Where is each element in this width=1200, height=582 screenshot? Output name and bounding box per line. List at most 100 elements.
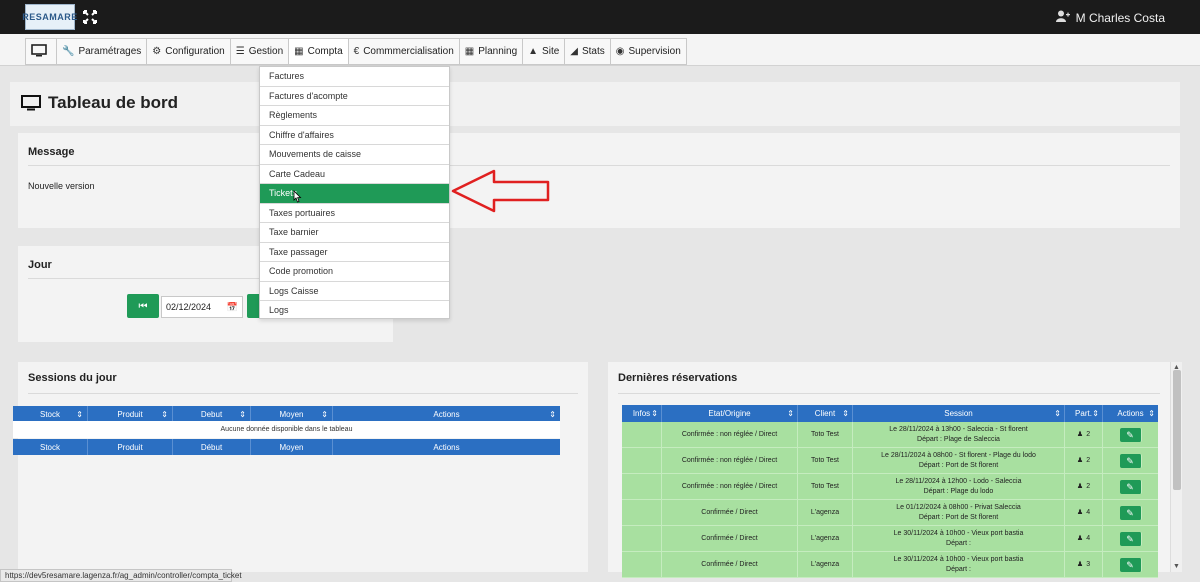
menu-item-parametrages[interactable]: 🔧 Paramétrages bbox=[56, 38, 147, 65]
column-header[interactable]: Actions ⇕ bbox=[1103, 405, 1158, 422]
scroll-down-icon[interactable]: ▼ bbox=[1173, 563, 1180, 570]
browser-status-bar: https://dev5resamare.lagenza.fr/ag_admin… bbox=[0, 569, 242, 582]
table-row: Confirmée / Direct L'agenza Le 01/12/2024 … bbox=[622, 500, 1158, 526]
date-value: 02/12/2024 bbox=[166, 302, 212, 312]
edit-button[interactable]: ✎ bbox=[1119, 557, 1142, 572]
footer-cell: Début bbox=[173, 439, 251, 455]
monitor-icon bbox=[31, 43, 47, 60]
edit-button[interactable]: ✎ bbox=[1119, 479, 1142, 494]
session-cell: Le 30/11/2024 à 10h00 - Vieux port basti… bbox=[853, 552, 1065, 577]
menu-item-stats[interactable]: ◢ Stats bbox=[564, 38, 610, 65]
dropdown-item-reglements[interactable]: Règlements bbox=[260, 106, 449, 126]
divider bbox=[28, 393, 578, 394]
session-departure: Départ : bbox=[946, 565, 971, 573]
dropdown-item-taxe-barnier[interactable]: Taxe barnier bbox=[260, 223, 449, 243]
dropdown-item-carte-cadeau[interactable]: Carte Cadeau bbox=[260, 165, 449, 184]
etat-cell: Confirmée : non réglée / Direct bbox=[662, 474, 798, 499]
infos-cell bbox=[622, 474, 662, 499]
red-arrow-annotation bbox=[451, 169, 550, 213]
message-text: Nouvelle version bbox=[28, 181, 95, 191]
column-header[interactable]: Stock ⇕ bbox=[13, 406, 88, 422]
edit-button[interactable]: ✎ bbox=[1119, 505, 1142, 520]
menu-item-site[interactable]: ▲ Site bbox=[522, 38, 565, 65]
monitor-icon bbox=[21, 95, 41, 117]
dropdown-item-factures-acompte[interactable]: Factures d'acompte bbox=[260, 87, 449, 106]
edit-icon: ✎ bbox=[1126, 533, 1134, 544]
date-input[interactable]: 02/12/2024 📅 bbox=[161, 296, 243, 318]
previous-day-button[interactable]: ⏮ bbox=[127, 294, 159, 318]
edit-icon: ✎ bbox=[1126, 455, 1134, 466]
users-icon: ♟ bbox=[1076, 456, 1084, 464]
client-cell: Toto Test bbox=[798, 474, 853, 499]
dropdown-item-taxes-portuaires[interactable]: Taxes portuaires bbox=[260, 204, 449, 223]
table-row: Confirmée / Direct L'agenza Le 30/11/2024 … bbox=[622, 526, 1158, 552]
actions-cell: ✎ bbox=[1103, 448, 1158, 473]
users-icon: ♟ bbox=[1076, 430, 1084, 438]
column-header[interactable]: Produit ⇕ bbox=[88, 406, 173, 422]
dropdown-item-code-promotion[interactable]: Code promotion bbox=[260, 262, 449, 282]
sort-icon: ⇕ bbox=[161, 409, 168, 419]
divider bbox=[28, 165, 1170, 166]
participants-count: 3 bbox=[1086, 560, 1091, 568]
etat-cell: Confirmée / Direct bbox=[662, 552, 798, 577]
menu-item-planning[interactable]: ▦ Planning bbox=[458, 38, 523, 65]
empty-table-message: Aucune donnée disponible dans le tableau bbox=[13, 421, 560, 438]
menu-item-configuration[interactable]: ⚙ Configuration bbox=[146, 38, 230, 65]
menu-item-supervision[interactable]: ◉ Supervision bbox=[609, 38, 687, 65]
fullscreen-icon[interactable] bbox=[83, 10, 97, 24]
gears-icon: ⚙ bbox=[152, 46, 162, 57]
edit-button[interactable]: ✎ bbox=[1119, 427, 1142, 442]
page-scrollbar[interactable]: ▲ ▼ bbox=[1170, 362, 1182, 572]
dropdown-item-logs[interactable]: Logs bbox=[260, 301, 449, 321]
message-title: Message bbox=[28, 146, 75, 158]
column-header[interactable]: Client ⇕ bbox=[798, 405, 853, 422]
client-cell: Toto Test bbox=[798, 422, 853, 447]
session-cell: Le 30/11/2024 à 10h00 - Vieux port basti… bbox=[853, 526, 1065, 551]
participants-cell: ♟ 2 bbox=[1065, 422, 1103, 447]
menu-item-commercialisation[interactable]: € Commmercialisation bbox=[347, 38, 459, 65]
actions-cell: ✎ bbox=[1103, 474, 1158, 499]
menu-item-dashboard[interactable] bbox=[25, 38, 56, 65]
column-header[interactable]: Debut ⇕ bbox=[173, 406, 251, 422]
client-cell: L'agenza bbox=[798, 552, 853, 577]
footer-cell: Moyen bbox=[251, 439, 333, 455]
edit-button[interactable]: ✎ bbox=[1119, 453, 1142, 468]
users-icon: ♟ bbox=[1076, 534, 1084, 542]
table-row: Confirmée : non réglée / Direct Toto Test… bbox=[622, 474, 1158, 500]
column-header[interactable]: Infos ⇕ bbox=[622, 405, 662, 422]
participants-count: 4 bbox=[1086, 534, 1091, 542]
dropdown-item-taxe-passager[interactable]: Taxe passager bbox=[260, 243, 449, 262]
euro-icon: € bbox=[353, 46, 360, 57]
mouse-cursor-icon bbox=[293, 190, 302, 203]
menu-item-gestion[interactable]: ☰ Gestion bbox=[229, 38, 289, 65]
session-line: Le 28/11/2024 à 12h00 - Lodo - Saleccia bbox=[895, 477, 1022, 485]
sort-icon: ⇕ bbox=[842, 409, 849, 418]
scroll-thumb[interactable] bbox=[1173, 370, 1181, 490]
column-header[interactable]: Etat/Origine ⇕ bbox=[662, 405, 798, 422]
infos-cell bbox=[622, 500, 662, 525]
sessions-table-footer: Stock Produit Début Moyen Actions bbox=[13, 439, 560, 455]
column-header[interactable]: Session ⇕ bbox=[853, 405, 1065, 422]
edit-button[interactable]: ✎ bbox=[1119, 531, 1142, 546]
session-departure: Départ : Port de St florent bbox=[918, 461, 999, 469]
menu-item-compta[interactable]: ▦ Compta bbox=[288, 38, 348, 65]
resamare-logo[interactable]: RESAMARE bbox=[22, 4, 77, 30]
column-header[interactable]: Actions ⇕ bbox=[333, 406, 560, 422]
dropdown-item-logs-caisse[interactable]: Logs Caisse bbox=[260, 282, 449, 301]
session-line: Le 28/11/2024 à 08h00 - St florent - Pla… bbox=[881, 451, 1036, 459]
menu-label: Configuration bbox=[165, 46, 225, 57]
dropdown-item-factures[interactable]: Factures bbox=[260, 67, 449, 87]
dropdown-item-mouvements-caisse[interactable]: Mouvements de caisse bbox=[260, 145, 449, 165]
column-header[interactable]: Part. ⇕ bbox=[1065, 405, 1103, 422]
users-icon: ♟ bbox=[1076, 560, 1084, 568]
top-bar: RESAMARE M Charles Costa bbox=[0, 0, 1200, 34]
session-cell: Le 01/12/2024 à 08h00 - Privat Saleccia D… bbox=[853, 500, 1065, 525]
sort-icon: ⇕ bbox=[76, 409, 83, 419]
column-header[interactable]: Moyen ⇕ bbox=[251, 406, 333, 422]
dropdown-item-tickets[interactable]: Tickets bbox=[260, 184, 449, 204]
session-departure: Départ : Plage du lodo bbox=[923, 487, 994, 495]
user-menu[interactable]: M Charles Costa bbox=[1055, 10, 1165, 25]
calendar-icon[interactable]: 📅 bbox=[227, 302, 238, 313]
footer-cell: Actions bbox=[433, 442, 460, 452]
dropdown-item-chiffre-affaires[interactable]: Chiffre d'affaires bbox=[260, 126, 449, 145]
